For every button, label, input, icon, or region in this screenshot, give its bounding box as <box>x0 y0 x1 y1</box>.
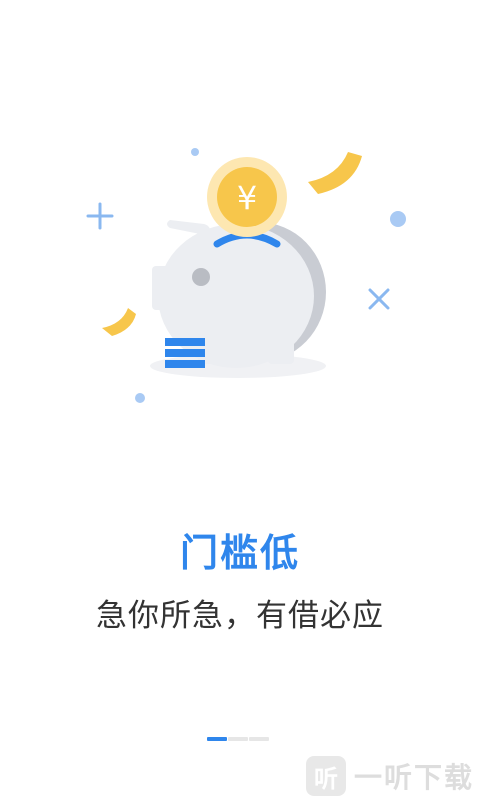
gold-bill-icon <box>102 308 136 336</box>
decor-dot <box>390 211 406 227</box>
page-dot-1 <box>207 737 227 741</box>
decor-dot <box>191 148 199 156</box>
page-title: 门槛低 <box>179 531 300 575</box>
page-subtitle: 急你所急，有借必应 <box>96 598 384 634</box>
watermark: 听 一听下载 <box>305 756 474 796</box>
cross-icon <box>368 288 390 310</box>
pig-eye <box>192 268 210 286</box>
decor-dot <box>135 393 145 403</box>
piggy-bank-illustration: ¥ <box>0 120 480 420</box>
watermark-text: 一听下载 <box>353 761 474 794</box>
coin-icon: ¥ <box>207 157 287 237</box>
coin-stack-icon <box>165 338 205 368</box>
coin-symbol: ¥ <box>237 179 257 217</box>
plus-icon <box>86 202 114 230</box>
watermark-logo: 听 <box>305 756 346 796</box>
page-indicator <box>207 737 269 741</box>
gold-bill-icon <box>308 152 362 194</box>
page-dot-3 <box>249 737 269 741</box>
page-dot-2 <box>228 737 248 741</box>
